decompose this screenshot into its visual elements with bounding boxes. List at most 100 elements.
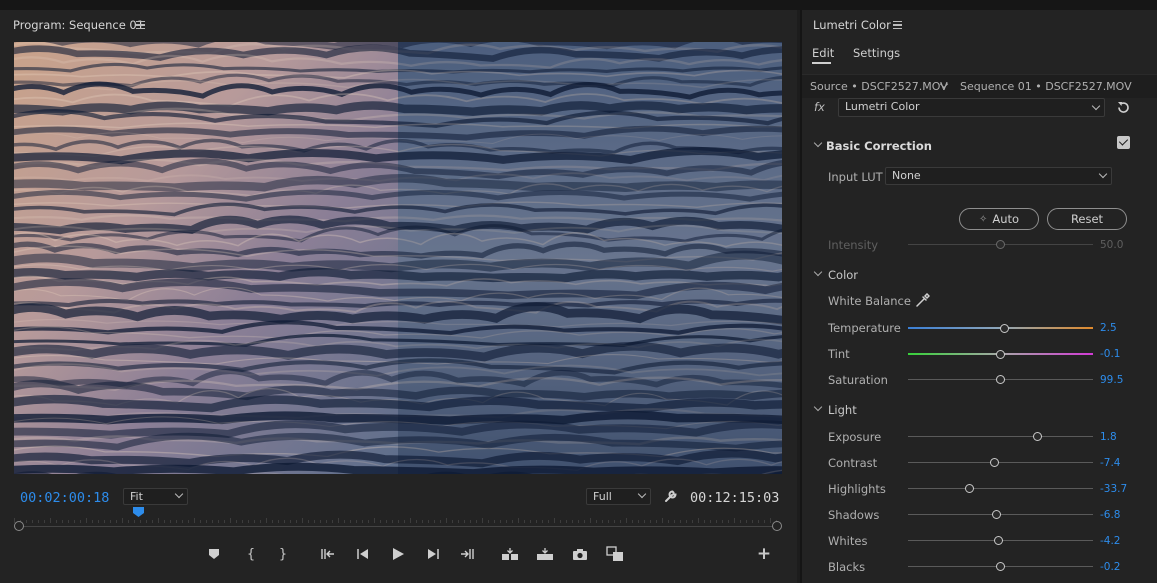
- ruler-tick: [188, 520, 189, 523]
- fx-badge[interactable]: fx: [814, 100, 825, 114]
- ruler-tick: [482, 518, 483, 523]
- ruler-tick: [242, 520, 243, 523]
- exposure-slider[interactable]: [908, 432, 1093, 441]
- color-section-header[interactable]: Color: [828, 268, 858, 282]
- saturation-slider[interactable]: [908, 375, 1093, 384]
- tint-value[interactable]: -0.1: [1100, 348, 1121, 360]
- saturation-slider-knob[interactable]: [996, 375, 1005, 384]
- insert-button[interactable]: [499, 543, 521, 565]
- ruler-tick: [74, 520, 75, 523]
- zoom-scroll-left-handle[interactable]: [14, 521, 24, 531]
- basic-correction-enable-checkbox[interactable]: [1117, 136, 1130, 149]
- ruler-tick: [680, 520, 681, 523]
- ruler-tick: [272, 520, 273, 523]
- highlights-slider[interactable]: [908, 484, 1093, 493]
- shadows-slider[interactable]: [908, 510, 1093, 519]
- ruler-tick: [278, 520, 279, 523]
- ruler-tick: [500, 520, 501, 523]
- whites-value[interactable]: -4.2: [1100, 535, 1121, 547]
- ruler-tick: [716, 520, 717, 523]
- add-button[interactable]: +: [753, 543, 775, 565]
- playback-resolution-select[interactable]: Full: [586, 488, 651, 505]
- tint-label: Tint: [828, 347, 850, 361]
- highlights-slider-knob[interactable]: [964, 484, 974, 493]
- tab-settings[interactable]: Settings: [853, 46, 900, 60]
- tab-edit[interactable]: Edit: [812, 46, 834, 60]
- source-clip-selector[interactable]: Source • DSCF2527.MOV: [810, 80, 948, 93]
- intensity-value[interactable]: 50.0: [1100, 239, 1123, 251]
- go-to-in-button[interactable]: [317, 543, 339, 565]
- mark-in-button[interactable]: {: [240, 543, 262, 565]
- add-marker-button[interactable]: [203, 543, 225, 565]
- comparison-view-icon: [606, 546, 623, 561]
- ruler-tick: [230, 518, 231, 523]
- reset-effect-icon[interactable]: [1116, 100, 1131, 115]
- ruler-tick: [332, 520, 333, 523]
- blacks-value[interactable]: -0.2: [1100, 561, 1121, 573]
- shadows-value[interactable]: -6.8: [1100, 509, 1121, 521]
- mark-out-button[interactable]: }: [272, 543, 294, 565]
- step-forward-button[interactable]: [422, 543, 444, 565]
- comparison-view-button[interactable]: [604, 543, 626, 565]
- contrast-value[interactable]: -7.4: [1100, 457, 1121, 469]
- light-section-header[interactable]: Light: [828, 403, 857, 417]
- basic-correction-header[interactable]: Basic Correction: [826, 139, 932, 153]
- go-to-out-button[interactable]: [456, 543, 478, 565]
- ruler-tick: [548, 520, 549, 523]
- reset-button[interactable]: Reset: [1047, 208, 1127, 230]
- ruler-tick: [674, 520, 675, 523]
- exposure-value[interactable]: 1.8: [1100, 431, 1117, 443]
- blacks-slider-knob[interactable]: [996, 562, 1005, 571]
- ruler-tick: [392, 520, 393, 523]
- input-lut-label: Input LUT: [828, 170, 883, 184]
- time-ruler[interactable]: [14, 518, 780, 523]
- auto-button[interactable]: ✧ Auto: [959, 208, 1039, 230]
- zoom-scroll-bar[interactable]: [18, 526, 778, 527]
- intensity-slider-knob[interactable]: [996, 240, 1005, 249]
- intensity-slider[interactable]: [908, 240, 1093, 249]
- zoom-level-select[interactable]: Fit: [123, 488, 188, 505]
- temperature-slider-knob[interactable]: [999, 323, 1009, 333]
- ruler-tick: [92, 520, 93, 523]
- temperature-slider[interactable]: [908, 323, 1093, 333]
- highlights-value[interactable]: -33.7: [1100, 483, 1127, 495]
- program-video-frame[interactable]: [14, 42, 782, 474]
- contrast-slider[interactable]: [908, 458, 1093, 467]
- ruler-tick: [254, 520, 255, 523]
- ruler-tick: [104, 520, 105, 523]
- blacks-slider[interactable]: [908, 562, 1093, 571]
- current-timecode[interactable]: 00:02:00:18: [20, 490, 109, 506]
- overwrite-button[interactable]: [534, 543, 556, 565]
- zoom-scroll-right-handle[interactable]: [772, 521, 782, 531]
- export-frame-button[interactable]: [569, 543, 591, 565]
- ruler-tick: [752, 520, 753, 523]
- play-button[interactable]: [387, 543, 409, 565]
- ruler-tick: [218, 520, 219, 523]
- wrench-icon[interactable]: [663, 488, 679, 504]
- ruler-tick: [140, 520, 141, 523]
- ruler-tick: [350, 520, 351, 523]
- whites-slider[interactable]: [908, 536, 1093, 545]
- temperature-value[interactable]: 2.5: [1100, 322, 1117, 334]
- effect-select[interactable]: Lumetri Color: [838, 98, 1105, 117]
- ruler-tick: [470, 520, 471, 523]
- ruler-tick: [38, 520, 39, 523]
- program-panel-menu-icon[interactable]: [136, 21, 145, 29]
- input-lut-select[interactable]: None: [885, 167, 1112, 185]
- ruler-tick: [590, 518, 591, 523]
- saturation-label: Saturation: [828, 373, 888, 387]
- lumetri-panel-menu-icon[interactable]: [893, 21, 902, 29]
- ruler-tick: [452, 520, 453, 523]
- tint-slider[interactable]: [908, 349, 1093, 359]
- sequence-clip-label[interactable]: Sequence 01 • DSCF2527.MOV: [960, 80, 1132, 93]
- ruler-tick: [722, 520, 723, 523]
- tint-slider-knob[interactable]: [996, 349, 1005, 359]
- saturation-value[interactable]: 99.5: [1100, 374, 1123, 386]
- insert-icon: [502, 548, 518, 560]
- eyedropper-icon[interactable]: [915, 292, 931, 308]
- step-back-button[interactable]: [352, 543, 374, 565]
- ruler-tick: [686, 520, 687, 523]
- exposure-slider-knob[interactable]: [1033, 432, 1042, 441]
- ruler-tick: [296, 520, 297, 523]
- ruler-tick: [524, 520, 525, 523]
